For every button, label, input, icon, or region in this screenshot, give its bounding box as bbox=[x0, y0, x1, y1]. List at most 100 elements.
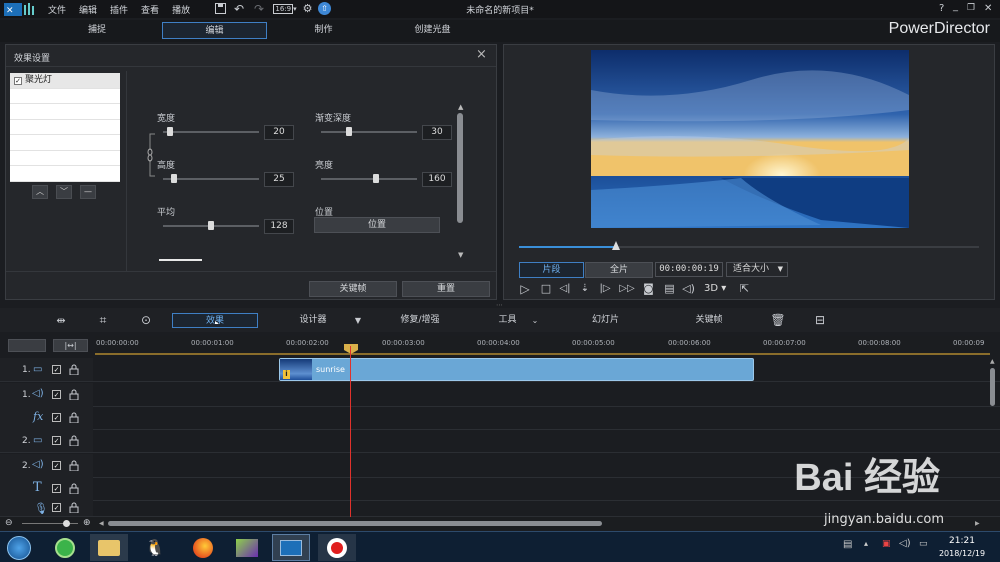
lock-icon[interactable] bbox=[69, 389, 79, 401]
track-enable-checkbox[interactable]: ✓ bbox=[52, 413, 61, 422]
tray-network-icon[interactable]: ▤ bbox=[843, 539, 852, 550]
lock-icon[interactable] bbox=[69, 460, 79, 472]
height-value[interactable]: 25 bbox=[264, 172, 294, 187]
taskbar-app-qq[interactable]: 🐧 bbox=[136, 534, 174, 561]
dropdown-circle-icon[interactable]: ⊙ bbox=[138, 312, 154, 328]
width-value[interactable]: 20 bbox=[264, 125, 294, 140]
tab-edit[interactable]: 编辑 bbox=[162, 22, 267, 39]
help-icon[interactable]: ? bbox=[939, 3, 944, 14]
zoom-thumb[interactable] bbox=[63, 520, 70, 527]
seek-bar[interactable] bbox=[519, 241, 979, 250]
fit-timeline-button[interactable]: |↔| bbox=[53, 339, 88, 352]
track-enable-checkbox[interactable]: ✓ bbox=[52, 390, 61, 399]
track-enable-checkbox[interactable]: ✓ bbox=[52, 461, 61, 470]
brightness-slider[interactable] bbox=[321, 174, 417, 183]
scroll-up-icon[interactable]: ▲ bbox=[990, 358, 995, 365]
clip-mode-tab[interactable]: 片段 bbox=[519, 262, 584, 278]
timeline-ruler[interactable]: 00:00:00:00 00:00:01:00 00:00:02:00 00:0… bbox=[95, 336, 990, 356]
split-icon[interactable]: ⇣ bbox=[578, 281, 592, 296]
list-item[interactable]: ✓ 聚光灯 bbox=[10, 73, 120, 89]
tools-button[interactable]: 工具 bbox=[485, 313, 530, 328]
slider-thumb[interactable] bbox=[373, 174, 379, 183]
volume-icon[interactable]: ◁) bbox=[681, 281, 696, 296]
lock-icon[interactable] bbox=[69, 412, 79, 424]
tray-display-icon[interactable]: ▭ bbox=[919, 539, 928, 549]
move-down-button[interactable]: ﹀ bbox=[56, 185, 72, 199]
slider-thumb[interactable] bbox=[346, 127, 352, 136]
undock-icon[interactable]: ⇱ bbox=[737, 281, 752, 296]
brightness-value[interactable]: 160 bbox=[422, 172, 452, 187]
tray-volume-icon[interactable]: ◁) bbox=[899, 538, 911, 549]
track-enable-checkbox[interactable]: ✓ bbox=[52, 484, 61, 493]
tray-alert-icon[interactable]: ▣ bbox=[882, 539, 891, 549]
timeline-vscroll[interactable]: ▲ bbox=[989, 358, 997, 518]
resize-handle[interactable]: ⋯ bbox=[496, 302, 508, 309]
slider-thumb[interactable] bbox=[167, 127, 173, 136]
next-frame-icon[interactable]: |▷ bbox=[598, 281, 612, 296]
scroll-down-icon[interactable]: ▼ bbox=[458, 251, 463, 259]
hscroll-thumb[interactable] bbox=[108, 521, 602, 526]
panel-scrollbar[interactable] bbox=[457, 113, 463, 223]
clock-time[interactable]: 21:21 bbox=[938, 536, 986, 546]
tab-produce[interactable]: 制作 bbox=[271, 22, 376, 39]
zoom-select[interactable]: 适合大小 ▼ bbox=[726, 262, 788, 277]
scroll-up-icon[interactable]: ▲ bbox=[458, 103, 463, 111]
fast-forward-icon[interactable]: ▷▷ bbox=[619, 281, 635, 296]
close-icon[interactable]: ✕ bbox=[984, 3, 992, 14]
slider-thumb[interactable] bbox=[208, 221, 214, 230]
position-button[interactable]: 位置 bbox=[314, 217, 440, 233]
taskbar-app-360[interactable] bbox=[46, 534, 84, 561]
scroll-left-icon[interactable]: ◀ bbox=[99, 520, 104, 527]
chevron-down-icon[interactable]: ⌄ bbox=[530, 314, 540, 326]
previous-frame-icon[interactable]: ◁| bbox=[558, 281, 572, 296]
keyframe-toolbar-button[interactable]: 关键帧 bbox=[683, 313, 735, 328]
zoom-in-icon[interactable]: ⊕ bbox=[83, 518, 91, 528]
vscroll-thumb[interactable] bbox=[990, 368, 995, 406]
timecode-display[interactable]: 00:00:00:19 bbox=[655, 262, 723, 277]
zoom-slider[interactable] bbox=[22, 520, 78, 527]
lock-icon[interactable] bbox=[69, 435, 79, 447]
move-up-button[interactable]: ︿ bbox=[32, 185, 48, 199]
tab-capture[interactable]: 捕捉 bbox=[45, 22, 149, 39]
restore-icon[interactable]: ❐ bbox=[967, 3, 975, 13]
track-enable-checkbox[interactable]: ✓ bbox=[52, 436, 61, 445]
seek-thumb[interactable] bbox=[611, 241, 620, 250]
track-enable-checkbox[interactable]: ✓ bbox=[52, 365, 61, 374]
chevron-down-icon[interactable]: ▼ bbox=[353, 314, 363, 326]
3d-mode-button[interactable]: 3D ▾ bbox=[704, 283, 726, 294]
track-manager-button[interactable] bbox=[8, 339, 46, 352]
lock-icon[interactable] bbox=[69, 364, 79, 376]
link-ratio-icon[interactable] bbox=[147, 133, 157, 178]
taskbar-app-recorder[interactable] bbox=[318, 534, 356, 561]
subtitles-icon[interactable]: ▤ bbox=[662, 281, 677, 296]
taskbar-app-firefox[interactable] bbox=[184, 534, 222, 561]
snapshot-icon[interactable]: ◙ bbox=[641, 281, 656, 296]
zoom-out-icon[interactable]: ⊖ bbox=[5, 518, 13, 528]
repair-enhance-button[interactable]: 修复/增强 bbox=[385, 313, 455, 328]
width-slider[interactable] bbox=[163, 127, 259, 136]
panel-close-icon[interactable]: × bbox=[476, 47, 487, 62]
taskbar-app-explorer[interactable] bbox=[90, 534, 128, 561]
scroll-right-icon[interactable]: ▶ bbox=[975, 520, 980, 527]
more-options-icon[interactable]: ⊟ bbox=[812, 312, 828, 328]
start-button[interactable] bbox=[2, 534, 36, 561]
movie-mode-tab[interactable]: 全片 bbox=[585, 262, 653, 278]
reset-button[interactable]: 重置 bbox=[402, 281, 490, 297]
average-slider[interactable] bbox=[163, 221, 259, 230]
tab-create-disc[interactable]: 创建光盘 bbox=[380, 22, 485, 39]
crop-icon[interactable]: ⌗ bbox=[95, 312, 111, 328]
tray-expand-icon[interactable]: ▴ bbox=[864, 539, 868, 548]
taskbar-app-powerdirector[interactable] bbox=[272, 534, 310, 561]
play-icon[interactable]: ▷ bbox=[518, 281, 532, 296]
gradient-depth-slider[interactable] bbox=[321, 127, 417, 136]
track-enable-checkbox[interactable]: ✓ bbox=[52, 503, 61, 512]
effect-checkbox[interactable]: ✓ bbox=[14, 77, 22, 85]
split-tool-icon[interactable]: ⇹ bbox=[52, 312, 70, 328]
clock-date[interactable]: 2018/12/19 bbox=[936, 549, 988, 558]
remove-button[interactable]: — bbox=[80, 185, 96, 199]
delete-icon[interactable]: 🗑 bbox=[770, 312, 785, 328]
designer-button[interactable]: 设计器 bbox=[280, 313, 346, 328]
average-value[interactable]: 128 bbox=[264, 219, 294, 234]
keyframe-button[interactable]: 关键帧 bbox=[309, 281, 397, 297]
lock-icon[interactable] bbox=[69, 483, 79, 495]
